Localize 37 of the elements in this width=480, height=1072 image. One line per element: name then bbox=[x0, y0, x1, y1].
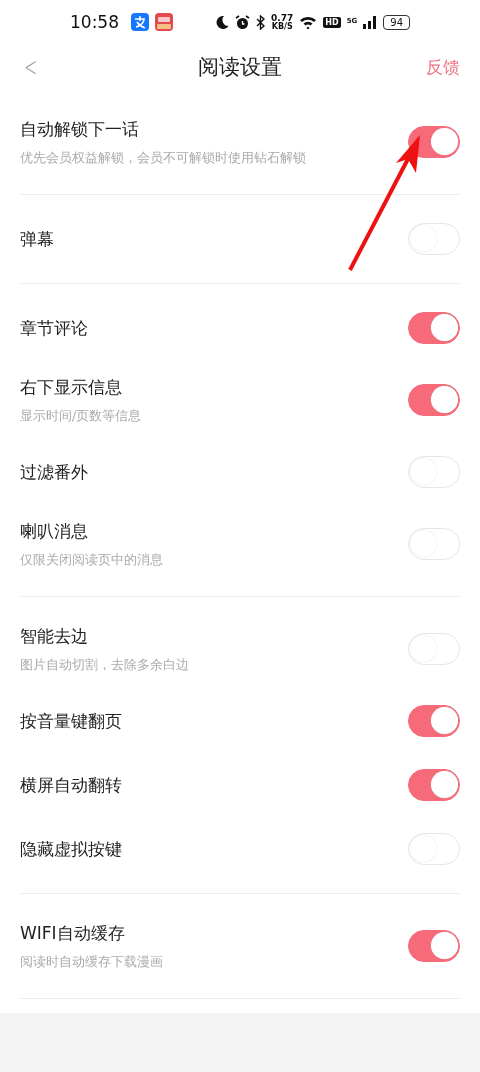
setting-title: 横屏自动翻转 bbox=[20, 773, 122, 797]
setting-title: 右下显示信息 bbox=[20, 375, 122, 399]
status-time: 10:58 bbox=[70, 12, 119, 32]
battery-level: 94 bbox=[383, 14, 410, 30]
app-icon bbox=[131, 13, 149, 31]
setting-description: 阅读时自动缓存下载漫画 bbox=[20, 953, 163, 971]
setting-description: 图片自动切割，去除多余白边 bbox=[20, 656, 189, 674]
signal-icon bbox=[363, 15, 378, 29]
toggle-switch[interactable] bbox=[408, 705, 460, 737]
back-button[interactable]: < bbox=[24, 52, 38, 82]
setting-title: 自动解锁下一话 bbox=[20, 117, 139, 141]
feedback-button[interactable]: 反馈 bbox=[426, 55, 460, 79]
net-speed: 0.77 bbox=[271, 13, 294, 23]
bluetooth-icon bbox=[256, 14, 266, 30]
setting-title: WIFI自动缓存 bbox=[20, 921, 125, 945]
setting-description: 仅限关闭阅读页中的消息 bbox=[20, 551, 163, 569]
toggle-switch[interactable] bbox=[408, 384, 460, 416]
setting-title: 章节评论 bbox=[20, 316, 88, 340]
toggle-switch[interactable] bbox=[408, 126, 460, 158]
setting-description: 优先会员权益解锁，会员不可解锁时使用钻石解锁 bbox=[20, 149, 306, 167]
alarm-icon bbox=[235, 14, 251, 30]
app-icon bbox=[155, 13, 173, 31]
toggle-switch[interactable] bbox=[408, 930, 460, 962]
toggle-switch[interactable] bbox=[408, 769, 460, 801]
moon-icon bbox=[215, 15, 230, 29]
setting-title: 过滤番外 bbox=[20, 460, 88, 484]
wifi-icon bbox=[299, 15, 318, 29]
net-speed-unit: KB/S bbox=[271, 22, 293, 31]
setting-title: 智能去边 bbox=[20, 624, 88, 648]
page-title: 阅读设置 bbox=[198, 54, 282, 81]
setting-title: 喇叭消息 bbox=[20, 519, 88, 543]
setting-title: 弹幕 bbox=[20, 227, 54, 251]
setting-title: 隐藏虚拟按键 bbox=[20, 837, 122, 861]
hd-badge: HD bbox=[323, 16, 341, 28]
setting-title: 按音量键翻页 bbox=[20, 709, 122, 733]
toggle-switch[interactable] bbox=[408, 312, 460, 344]
setting-description: 显示时间/页数等信息 bbox=[20, 407, 142, 425]
